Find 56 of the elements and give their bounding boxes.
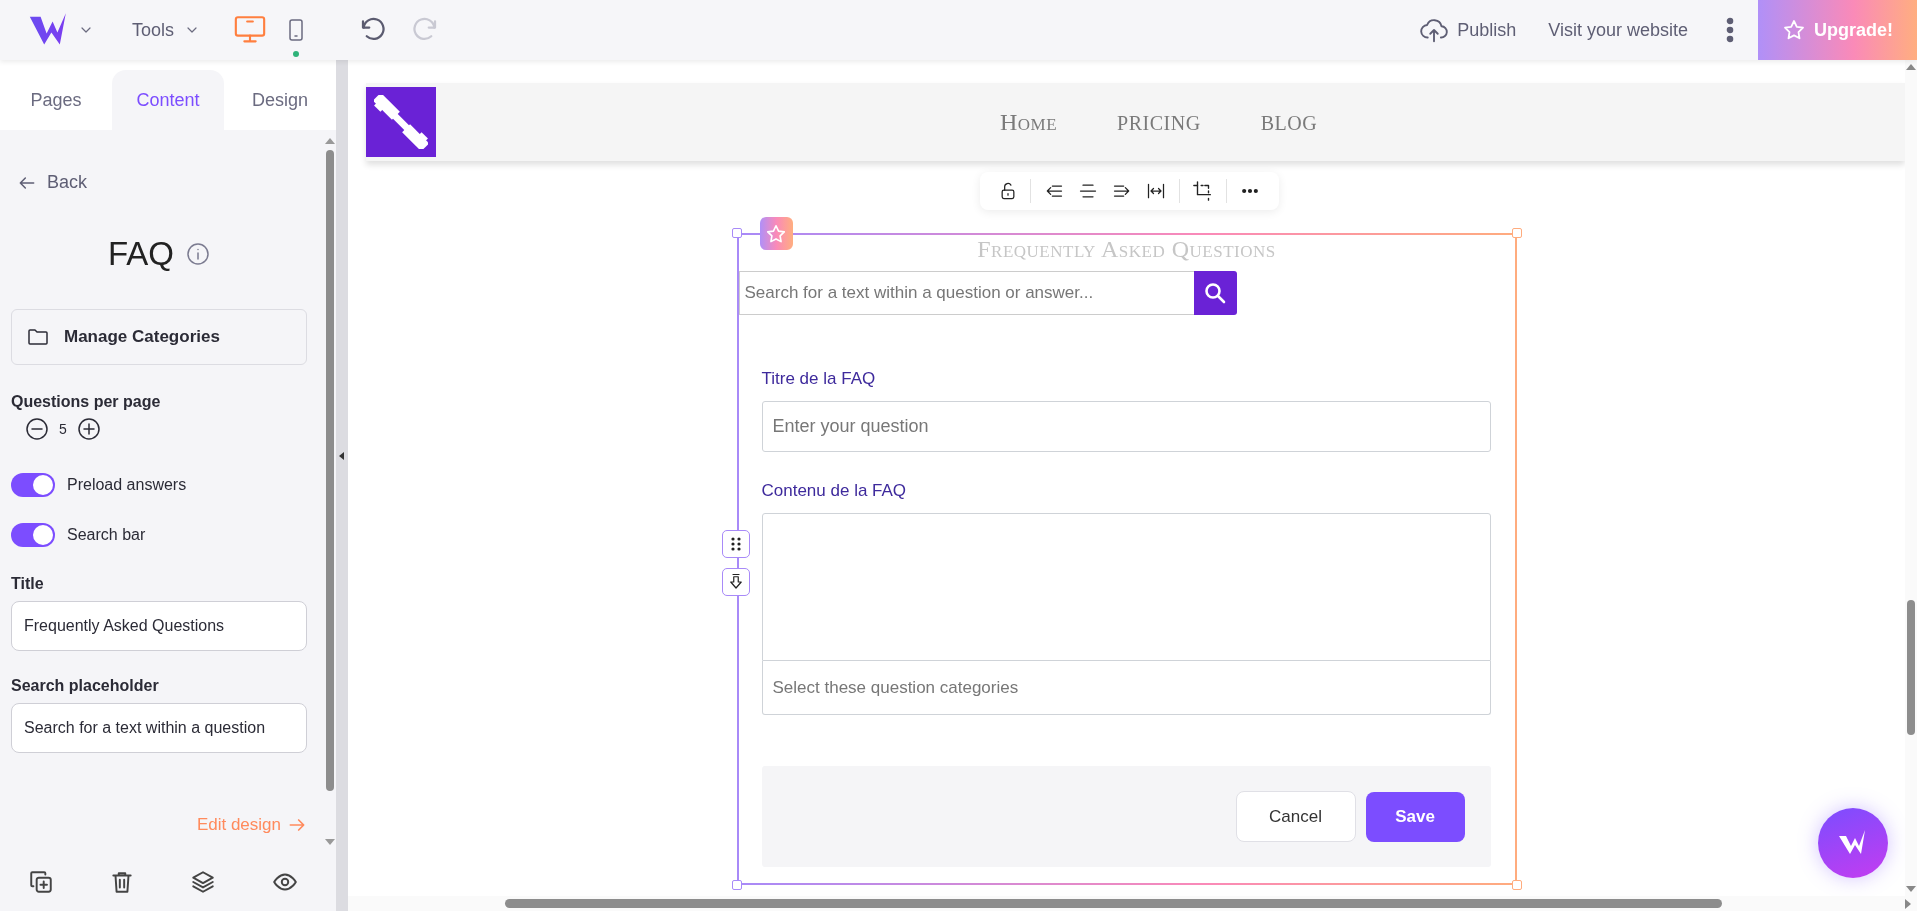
nav-link[interactable]: Home (1000, 108, 1058, 136)
nav-link[interactable]: PRICING (1117, 111, 1201, 135)
input-field[interactable]: Enter your question (761, 401, 1491, 452)
layers-icon[interactable] (189, 869, 216, 895)
stretch-width-icon[interactable] (1145, 181, 1167, 201)
resize-handle[interactable] (731, 880, 742, 890)
info-icon (186, 242, 210, 266)
resize-handle[interactable] (1511, 880, 1522, 890)
resize-handle[interactable] (731, 228, 742, 238)
back-button[interactable]: Back (17, 172, 88, 193)
toggle-switch[interactable] (11, 523, 55, 547)
chat-button[interactable] (1818, 808, 1888, 878)
scrollbar[interactable] (348, 896, 1917, 911)
toggle-label: Preload answers (67, 476, 187, 494)
toggle-label: Search bar (67, 526, 146, 544)
sidebar-tab[interactable]: Content (112, 70, 224, 130)
category-select[interactable]: Select these question categories (761, 661, 1491, 715)
status-dot (293, 51, 300, 57)
favorite-button[interactable] (759, 217, 793, 250)
save-button[interactable]: Save (1365, 791, 1465, 842)
input-field[interactable]: Frequently Asked Questions (11, 601, 307, 651)
minus-icon[interactable] (25, 417, 49, 441)
sidebar-tab[interactable]: Pages (0, 70, 112, 130)
sidebar-tab[interactable]: Design (224, 70, 336, 130)
faq-title: Frequently Asked Questions (976, 236, 1277, 262)
star-icon (765, 222, 787, 245)
field-label: Search placeholder (11, 677, 160, 695)
visit-website-link[interactable]: Visit your website (1548, 19, 1688, 41)
search-field[interactable]: Search for a text within a question or answer... (738, 271, 1194, 315)
search-icon (1203, 281, 1227, 305)
input-field[interactable]: Search for a text within a question (11, 703, 307, 753)
collapse-icon[interactable] (338, 450, 346, 461)
duplicate-icon[interactable] (27, 869, 54, 895)
tools-menu[interactable]: Tools (128, 15, 205, 45)
field-label: Title (11, 575, 45, 593)
drag-handle[interactable] (721, 530, 750, 558)
scrollbar[interactable] (1905, 60, 1917, 896)
plus-icon[interactable] (76, 417, 101, 441)
field-label: Questions per page (11, 393, 162, 411)
nav-link[interactable]: BLOG (1260, 111, 1318, 135)
stepper-value: 5 (59, 421, 67, 437)
move-down-button[interactable] (721, 568, 750, 596)
manage-categories-button[interactable]: Manage Categories (11, 309, 307, 365)
field-label: Titre de la FAQ (761, 369, 877, 389)
star-icon (1782, 18, 1806, 42)
site-logo[interactable] (366, 87, 436, 157)
panel-heading: FAQ (108, 235, 174, 273)
cancel-button[interactable]: Cancel (1235, 791, 1356, 842)
field-label: Contenu de la FAQ (761, 481, 908, 501)
search-button[interactable] (1193, 271, 1237, 315)
crop-icon[interactable] (1192, 180, 1214, 202)
grip-icon (729, 536, 742, 552)
resize-handle[interactable] (1511, 228, 1522, 238)
dumbbell-icon (374, 95, 428, 149)
publish-button[interactable]: Publish (1413, 14, 1523, 46)
toggle-switch[interactable] (11, 473, 55, 497)
